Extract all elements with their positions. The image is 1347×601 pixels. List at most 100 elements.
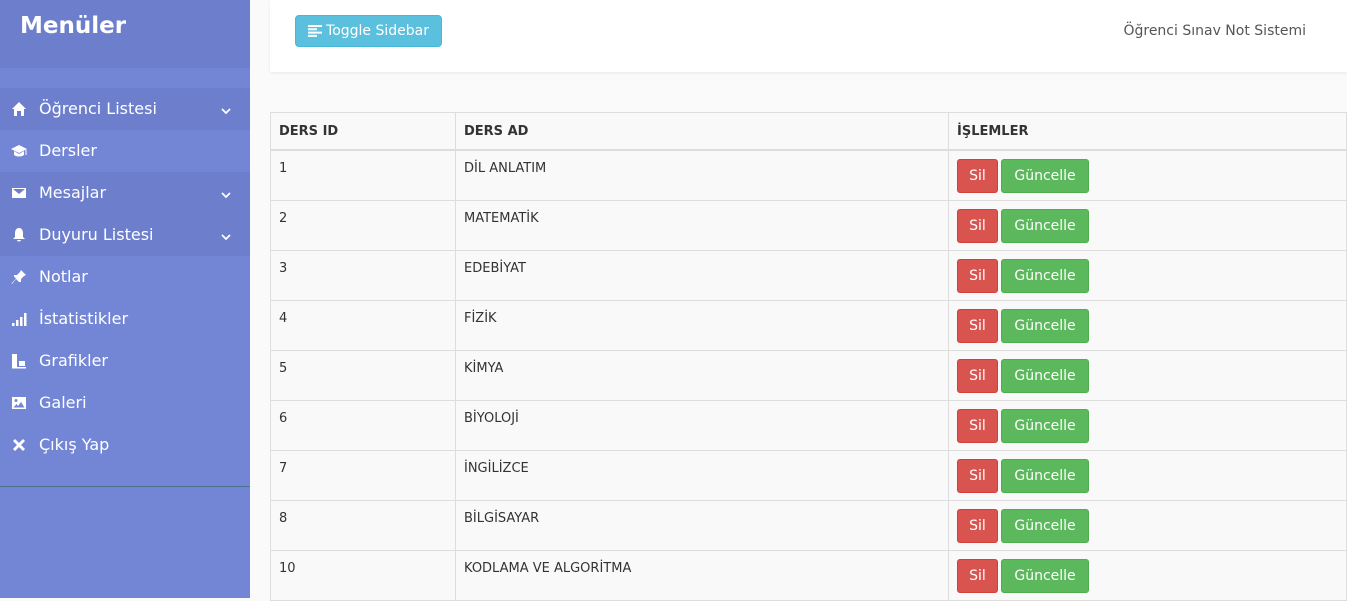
sidebar-item-label: Grafikler: [39, 351, 108, 370]
course-name-cell: KODLAMA VE ALGORİTMA: [455, 549, 949, 601]
table-header-row: DERS ID DERS AD İŞLEMLER: [270, 112, 1347, 151]
actions-cell: Sil Güncelle: [948, 549, 1347, 601]
course-name-cell: BİLGİSAYAR: [455, 499, 949, 551]
course-name-cell: BİYOLOJİ: [455, 399, 949, 451]
course-id-cell: 7: [270, 449, 456, 501]
sidebar-item-ogrenci-listesi[interactable]: Öğrenci Listesi: [0, 88, 250, 130]
delete-button[interactable]: Sil: [957, 208, 998, 243]
sidebar-item-label: İstatistikler: [39, 309, 129, 328]
course-id-cell: 10: [270, 549, 456, 601]
table-row: 7 İNGİLİZCE Sil Güncelle: [270, 449, 1347, 501]
sidebar-item-cikis-yap[interactable]: Çıkış Yap: [0, 424, 250, 466]
sidebar-item-label: Mesajlar: [39, 183, 107, 202]
sidebar-divider: [0, 486, 250, 487]
sidebar-item-notlar[interactable]: Notlar: [0, 256, 250, 298]
column-header-islemler: İŞLEMLER: [948, 112, 1347, 151]
update-button[interactable]: Güncelle: [1001, 408, 1089, 443]
update-button[interactable]: Güncelle: [1001, 159, 1089, 193]
picture-icon: [10, 394, 28, 412]
delete-button[interactable]: Sil: [957, 458, 998, 493]
courses-table: DERS ID DERS AD İŞLEMLER 1 DİL ANLATIM Sil…: [270, 112, 1347, 601]
delete-button[interactable]: Sil: [957, 308, 998, 343]
close-icon: [10, 436, 28, 454]
table-row: 1 DİL ANLATIM Sil Güncelle: [270, 149, 1347, 201]
column-header-ders-id: DERS ID: [270, 112, 456, 151]
chevron-down-icon: [220, 185, 232, 199]
pushpin-icon: [10, 268, 28, 286]
sidebar-item-label: Öğrenci Listesi: [39, 99, 157, 118]
actions-cell: Sil Güncelle: [948, 299, 1347, 351]
delete-button[interactable]: Sil: [957, 558, 998, 593]
top-navbar: Toggle Sidebar Öğrenci Sınav Not Sistemi: [270, 0, 1347, 72]
signal-icon: [10, 310, 28, 328]
sidebar-header: Menüler: [0, 0, 250, 68]
delete-button[interactable]: Sil: [957, 408, 998, 443]
column-header-ders-ad: DERS AD: [455, 112, 949, 151]
course-id-cell: 6: [270, 399, 456, 451]
course-name-cell: İNGİLİZCE: [455, 449, 949, 501]
delete-button[interactable]: Sil: [957, 358, 998, 393]
sidebar-item-label: Dersler: [39, 141, 97, 160]
chevron-down-icon: [220, 227, 232, 241]
table-row: 5 KİMYA Sil Güncelle: [270, 349, 1347, 401]
envelope-icon: [10, 184, 28, 202]
course-id-cell: 5: [270, 349, 456, 401]
actions-cell: Sil Güncelle: [948, 349, 1347, 401]
actions-cell: Sil Güncelle: [948, 249, 1347, 301]
delete-button[interactable]: Sil: [957, 258, 998, 293]
course-name-cell: EDEBİYAT: [455, 249, 949, 301]
actions-cell: Sil Güncelle: [948, 449, 1347, 501]
sidebar-item-label: Notlar: [39, 267, 88, 286]
sidebar-item-istatistikler[interactable]: İstatistikler: [0, 298, 250, 340]
update-button[interactable]: Güncelle: [1001, 458, 1089, 493]
delete-button[interactable]: Sil: [957, 159, 998, 193]
actions-cell: Sil Güncelle: [948, 499, 1347, 551]
update-button[interactable]: Güncelle: [1001, 258, 1089, 293]
sidebar-item-mesajlar[interactable]: Mesajlar: [0, 172, 250, 214]
actions-cell: Sil Güncelle: [948, 199, 1347, 251]
table-row: 2 MATEMATİK Sil Güncelle: [270, 199, 1347, 251]
course-id-cell: 2: [270, 199, 456, 251]
sidebar-item-label: Duyuru Listesi: [39, 225, 154, 244]
course-name-cell: FİZİK: [455, 299, 949, 351]
update-button[interactable]: Güncelle: [1001, 558, 1089, 593]
actions-cell: Sil Güncelle: [948, 399, 1347, 451]
table-body: 1 DİL ANLATIM Sil Güncelle 2 MATEMATİK Sil Günc…: [270, 149, 1347, 601]
course-id-cell: 1: [270, 149, 456, 201]
home-icon: [10, 100, 28, 118]
app-brand: Öğrenci Sınav Not Sistemi: [1123, 23, 1306, 39]
actions-cell: Sil Güncelle: [948, 149, 1347, 201]
table-row: 4 FİZİK Sil Güncelle: [270, 299, 1347, 351]
table-row: 10 KODLAMA VE ALGORİTMA Sil Güncelle: [270, 549, 1347, 601]
course-name-cell: KİMYA: [455, 349, 949, 401]
chart-icon: [10, 352, 28, 370]
update-button[interactable]: Güncelle: [1001, 508, 1089, 543]
course-name-cell: DİL ANLATIM: [455, 149, 949, 201]
sidebar-item-duyuru-listesi[interactable]: Duyuru Listesi: [0, 214, 250, 256]
delete-button[interactable]: Sil: [957, 508, 998, 543]
table-row: 6 BİYOLOJİ Sil Güncelle: [270, 399, 1347, 451]
course-name-cell: MATEMATİK: [455, 199, 949, 251]
toggle-sidebar-label: Toggle Sidebar: [326, 23, 429, 39]
sidebar-item-dersler[interactable]: Dersler: [0, 130, 250, 172]
course-id-cell: 8: [270, 499, 456, 551]
sidebar-menu: Öğrenci Listesi Dersler Mesajlar Duyuru …: [0, 88, 250, 466]
graduation-cap-icon: [10, 142, 28, 160]
table-row: 3 EDEBİYAT Sil Güncelle: [270, 249, 1347, 301]
bell-icon: [10, 226, 28, 244]
update-button[interactable]: Güncelle: [1001, 208, 1089, 243]
table-row: 8 BİLGİSAYAR Sil Güncelle: [270, 499, 1347, 551]
align-left-icon: [308, 25, 323, 37]
sidebar-title: Menüler: [20, 13, 127, 39]
chevron-down-icon: [220, 101, 232, 115]
update-button[interactable]: Güncelle: [1001, 308, 1089, 343]
sidebar-item-galeri[interactable]: Galeri: [0, 382, 250, 424]
course-id-cell: 3: [270, 249, 456, 301]
toggle-sidebar-button[interactable]: Toggle Sidebar: [295, 15, 442, 47]
course-id-cell: 4: [270, 299, 456, 351]
sidebar-item-grafikler[interactable]: Grafikler: [0, 340, 250, 382]
sidebar: Menüler Öğrenci Listesi Dersler Mesajlar: [0, 0, 250, 598]
update-button[interactable]: Güncelle: [1001, 358, 1089, 393]
sidebar-item-label: Galeri: [39, 393, 87, 412]
sidebar-item-label: Çıkış Yap: [39, 435, 110, 454]
